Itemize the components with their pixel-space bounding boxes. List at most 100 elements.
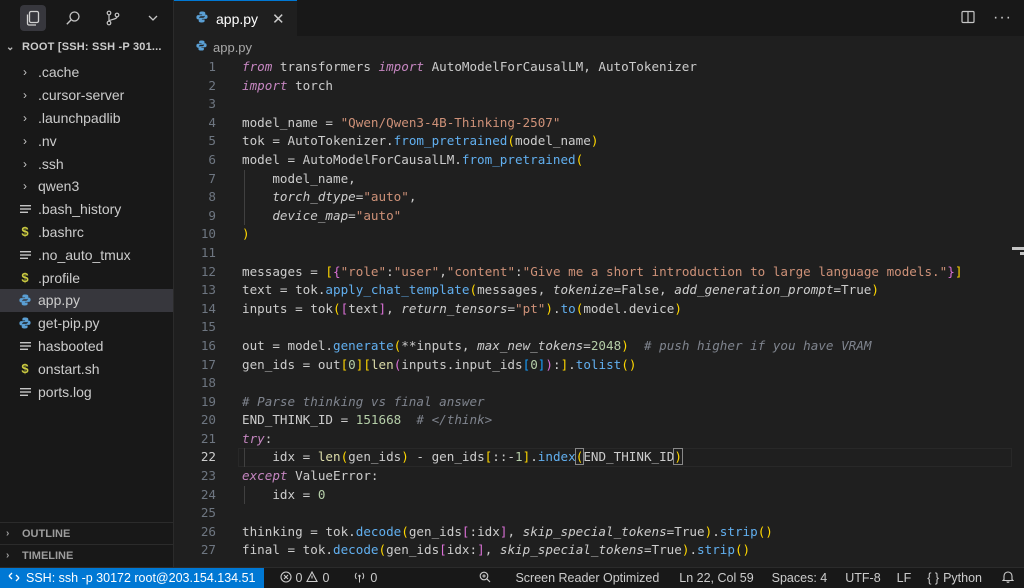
encoding[interactable]: UTF-8: [837, 571, 888, 585]
tree-item-hasbooted[interactable]: hasbooted: [0, 335, 173, 358]
source-control-icon[interactable]: [104, 9, 122, 27]
line-number: 4: [208, 114, 216, 130]
outline-section-header[interactable]: › OUTLINE: [0, 522, 174, 544]
line-number: 9: [208, 207, 216, 223]
file-lines-icon: [18, 341, 32, 351]
scrollbar-marker: [1020, 252, 1024, 255]
tree-item-cursor-server[interactable]: › .cursor-server: [0, 84, 173, 107]
python-icon: [18, 317, 32, 329]
line-number: 3: [208, 96, 216, 112]
chevron-right-icon: ›: [23, 179, 27, 194]
chevron-down-icon[interactable]: [144, 9, 162, 27]
split-editor-icon[interactable]: [961, 10, 975, 27]
tree-item-label: .cursor-server: [38, 87, 125, 104]
tree-item-cache[interactable]: › .cache: [0, 61, 173, 84]
code-line: 17 gen_ids = out[0][len(inputs.input_ids[…: [174, 356, 1024, 375]
remote-indicator[interactable]: SSH: ssh -p 30172 root@203.154.134.51: [0, 567, 264, 588]
notifications[interactable]: [994, 570, 1024, 586]
code-line: 27 final = tok.decode(gen_ids[idx:], skip…: [174, 541, 1024, 560]
tree-item-bash-history[interactable]: .bash_history: [0, 198, 173, 221]
code-line: 1 from transformers import AutoModelForCa…: [174, 58, 1024, 77]
activity-bar: [0, 0, 173, 36]
line-number: 8: [208, 189, 216, 205]
tree-item-profile[interactable]: $ .profile: [0, 266, 173, 289]
code-line: 8 torch_dtype="auto",: [174, 188, 1024, 207]
tree-item-nv[interactable]: › .nv: [0, 129, 173, 152]
code-line: 21 try:: [174, 430, 1024, 449]
tree-item-ssh[interactable]: › .ssh: [0, 152, 173, 175]
breadcrumb[interactable]: app.py: [174, 36, 1024, 58]
tab-label: app.py: [216, 10, 259, 27]
chevron-right-icon: ›: [23, 88, 27, 103]
file-lines-icon: [18, 387, 32, 397]
code-line: 19 # Parse thinking vs final answer: [174, 393, 1024, 412]
code-editor[interactable]: 1 from transformers import AutoModelForCa…: [174, 58, 1024, 567]
explorer-icon[interactable]: [20, 5, 46, 31]
error-icon: [279, 570, 292, 586]
python-icon: [196, 40, 207, 54]
remote-icon: [8, 571, 20, 586]
tab-app-py[interactable]: app.py ✕: [174, 0, 297, 36]
tree-item-label: .bash_history: [38, 201, 122, 218]
cursor-position[interactable]: Ln 22, Col 59: [671, 571, 761, 585]
end-of-line[interactable]: LF: [889, 571, 920, 585]
bell-icon: [1001, 570, 1015, 586]
line-number: 10: [200, 226, 216, 242]
file-lines-icon: [18, 250, 32, 260]
code-line: 13 text = tok.apply_chat_template(message…: [174, 281, 1024, 300]
zoom-icon-item[interactable]: [471, 571, 499, 586]
status-bar: SSH: ssh -p 30172 root@203.154.134.51 0 …: [0, 567, 1024, 588]
tree-item-ports-log[interactable]: ports.log: [0, 380, 173, 403]
line-number: 23: [200, 468, 216, 484]
line-number: 15: [200, 319, 216, 335]
tree-item-no-auto-tmux[interactable]: .no_auto_tmux: [0, 243, 173, 266]
tree-item-label: .no_auto_tmux: [38, 246, 131, 263]
line-number: 17: [200, 356, 216, 372]
language-mode[interactable]: { } Python: [919, 571, 990, 585]
code-line: 10): [174, 225, 1024, 244]
language-label: Python: [943, 571, 982, 585]
code-line: 15: [174, 318, 1024, 337]
tree-item-app-py[interactable]: app.py: [0, 288, 173, 312]
code-line: 12 messages = [{"role":"user","content":"…: [174, 263, 1024, 282]
python-icon: [196, 11, 208, 26]
more-actions-icon[interactable]: ···: [993, 9, 1012, 27]
indentation[interactable]: Spaces: 4: [764, 571, 836, 585]
ports-count: 0: [370, 571, 378, 585]
line-number: 22: [200, 449, 216, 465]
screen-reader-mode[interactable]: Screen Reader Optimized: [507, 571, 667, 585]
tree-item-label: .bashrc: [38, 223, 84, 240]
tree-item-launchpadlib[interactable]: › .launchpadlib: [0, 107, 173, 130]
code-line: 23 except ValueError:: [174, 467, 1024, 486]
line-number: 1: [208, 59, 216, 74]
ports-indicator[interactable]: 0: [345, 571, 385, 586]
tree-item-qwen3[interactable]: › qwen3: [0, 175, 173, 198]
tree-item-label: .cache: [38, 64, 80, 81]
warning-icon: [306, 570, 319, 586]
line-number: 18: [200, 375, 216, 391]
tree-item-label: qwen3: [38, 178, 80, 195]
tab-bar: app.py ✕ ···: [174, 0, 1024, 36]
search-icon[interactable]: [64, 9, 82, 27]
tree-item-label: app.py: [38, 292, 81, 309]
timeline-section-header[interactable]: › TIMELINE: [0, 544, 174, 566]
broadcast-icon: [353, 571, 366, 586]
outline-label: OUTLINE: [22, 527, 71, 540]
tree-item-get-pip-py[interactable]: get-pip.py: [0, 312, 173, 335]
line-number: 13: [200, 282, 216, 298]
tree-item-label: .profile: [38, 269, 81, 286]
chevron-down-icon: ⌄: [6, 41, 15, 53]
close-icon[interactable]: ✕: [272, 10, 285, 28]
tree-item-label: .launchpadlib: [38, 109, 121, 126]
tree-item-onstart-sh[interactable]: $ onstart.sh: [0, 357, 173, 380]
python-icon: [18, 294, 32, 306]
line-number: 20: [200, 412, 216, 428]
problems-indicator[interactable]: 0 0: [272, 570, 338, 586]
chevron-right-icon: ›: [23, 156, 27, 171]
code-line: 2 import torch: [174, 77, 1024, 96]
code-line: 7 model_name,: [174, 169, 1024, 189]
sidebar: ⌄ ROOT [SSH: SSH -P 301... › .cache › .cur…: [0, 0, 174, 567]
line-number: 14: [200, 300, 216, 316]
tree-item-bashrc[interactable]: $ .bashrc: [0, 221, 173, 244]
explorer-root-header[interactable]: ⌄ ROOT [SSH: SSH -P 301...: [0, 36, 173, 58]
